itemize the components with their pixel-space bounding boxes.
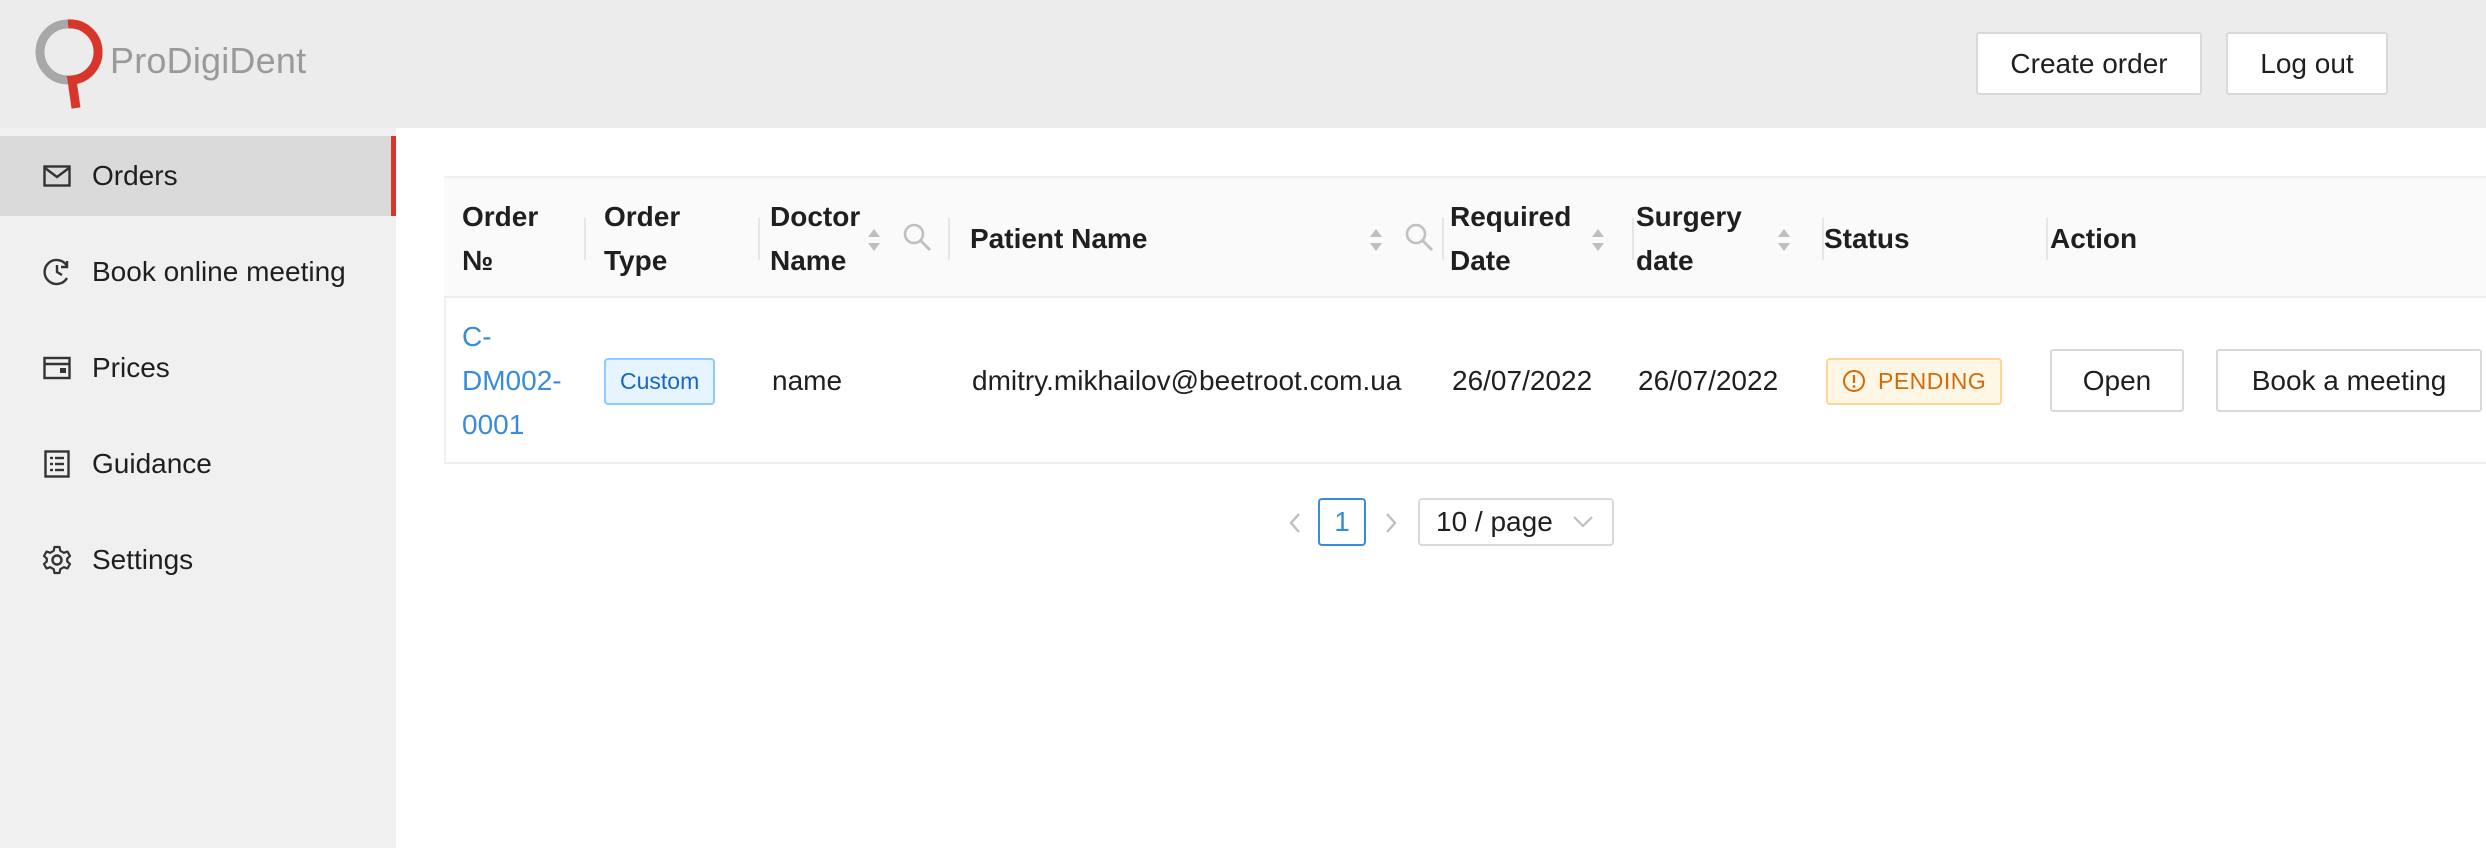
column-title: Doctor Name — [770, 201, 861, 276]
sidebar: Orders Book online meeting Prices Guidan… — [0, 128, 396, 848]
sort-icon[interactable] — [866, 226, 882, 254]
search-icon[interactable] — [902, 222, 932, 252]
table-header: Order № Order Type Doctor Name Patient N… — [444, 176, 2486, 298]
pagination-page-1[interactable]: 1 — [1318, 498, 1366, 546]
sidebar-item-guidance[interactable]: Guidance — [0, 424, 396, 504]
order-number-part: C- — [462, 321, 492, 352]
column-title: Order № — [462, 201, 539, 276]
chevron-right-icon — [1386, 513, 1397, 533]
status-cell: PENDING — [1826, 298, 2046, 464]
sidebar-item-label: Prices — [92, 352, 170, 383]
column-title: Order Type — [604, 201, 681, 276]
sidebar-item-settings[interactable]: Settings — [0, 520, 396, 600]
status-text: PENDING — [1878, 367, 1987, 394]
search-icon[interactable] — [1404, 222, 1434, 252]
log-out-button[interactable]: Log out — [2226, 32, 2388, 95]
gear-icon — [42, 545, 72, 575]
mail-icon — [42, 161, 72, 191]
sidebar-item-label: Settings — [92, 544, 194, 575]
chevron-left-icon — [1289, 513, 1300, 533]
column-title: Status — [1824, 223, 1910, 254]
column-header-required-date[interactable]: Required Date — [1450, 178, 1634, 300]
doctor-name-cell: name — [772, 365, 843, 396]
sidebar-item-label: Book online meeting — [92, 256, 346, 287]
column-header-order-no: Order № — [462, 178, 586, 300]
order-type-tag: Custom — [604, 357, 716, 405]
column-header-doctor-name[interactable]: Doctor Name — [770, 178, 950, 300]
column-title: Action — [2050, 223, 2138, 254]
chevron-down-icon — [1573, 516, 1593, 528]
column-header-status: Status — [1824, 178, 2048, 300]
patient-name-cell: dmitry.mikhailov@beetroot.com.ua — [972, 365, 1402, 396]
required-date-cell: 26/07/2022 — [1452, 365, 1593, 396]
column-header-order-type: Order Type — [604, 178, 760, 300]
page-size-select[interactable]: 10 / page — [1418, 498, 1614, 546]
order-type-cell: Custom — [604, 298, 754, 464]
page-size-value: 10 / page — [1436, 506, 1553, 537]
column-header-surgery-date[interactable]: Surgery date — [1636, 178, 1826, 300]
brand-logo[interactable]: ProDigiDent — [32, 18, 332, 112]
order-number-link[interactable]: C- DM002- 0001 — [462, 315, 562, 447]
sort-icon[interactable] — [1590, 226, 1606, 254]
top-header: ProDigiDent Create order Log out — [0, 0, 2486, 128]
sidebar-item-prices[interactable]: Prices — [0, 328, 396, 408]
sort-icon[interactable] — [1368, 226, 1384, 254]
column-header-patient-name[interactable]: Patient Name — [970, 178, 1450, 300]
order-number-part: 0001 — [462, 409, 525, 440]
column-header-action: Action — [2050, 178, 2350, 300]
list-icon — [42, 449, 72, 479]
brand-name: ProDigiDent — [110, 40, 307, 81]
create-order-button[interactable]: Create order — [1976, 32, 2202, 95]
status-badge: PENDING — [1826, 357, 2003, 405]
book-meeting-button[interactable]: Book a meeting — [2216, 349, 2482, 412]
sidebar-item-book-online-meeting[interactable]: Book online meeting — [0, 232, 396, 312]
surgery-date-cell: 26/07/2022 — [1638, 365, 1779, 396]
order-number-cell: C- DM002- 0001 — [462, 298, 592, 464]
pagination-next-button[interactable] — [1376, 498, 1406, 548]
sidebar-item-label: Orders — [92, 160, 178, 191]
column-title: Surgery date — [1636, 201, 1742, 276]
order-number-part: DM002- — [462, 365, 562, 396]
table-row: C- DM002- 0001 Custom name dmitry.mikhai… — [444, 298, 2486, 464]
clock-icon — [42, 257, 72, 287]
exclamation-circle-icon — [1843, 370, 1865, 392]
wallet-icon — [42, 353, 72, 383]
sidebar-item-orders[interactable]: Orders — [0, 136, 396, 216]
column-title: Patient Name — [970, 223, 1148, 254]
sort-icon[interactable] — [1776, 226, 1792, 254]
sidebar-item-label: Guidance — [92, 448, 212, 479]
pagination-prev-button[interactable] — [1280, 498, 1310, 548]
column-title: Required Date — [1450, 201, 1572, 276]
open-order-button[interactable]: Open — [2050, 349, 2184, 412]
logo-icon — [35, 19, 103, 109]
